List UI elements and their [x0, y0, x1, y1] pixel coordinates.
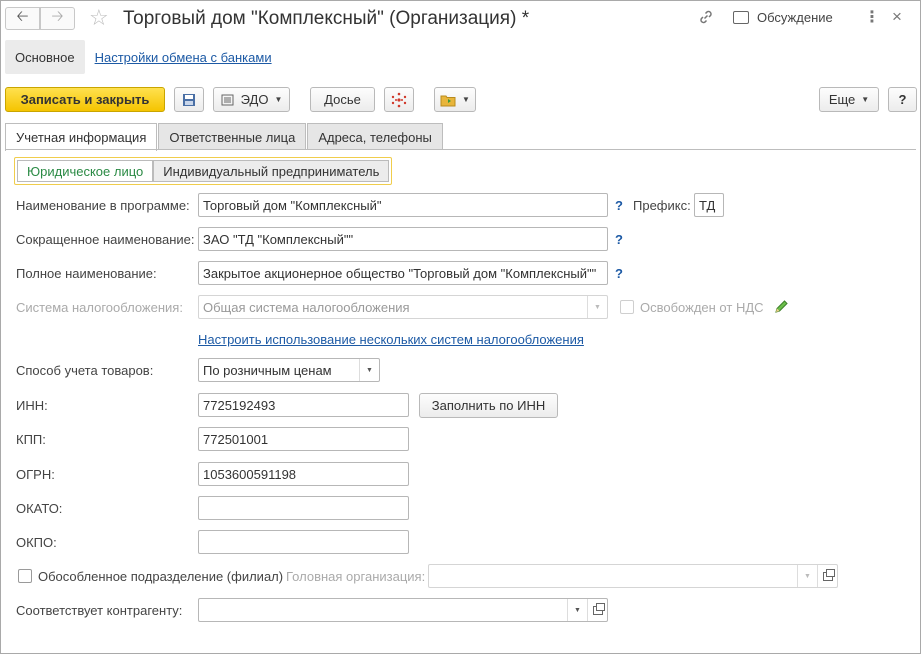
branch-checkbox[interactable]	[18, 569, 32, 583]
kpp-input[interactable]: 772501001	[198, 427, 409, 451]
structure-icon	[391, 92, 407, 107]
folder-menu-button[interactable]: ▼	[434, 87, 476, 112]
back-button[interactable]: 🡠	[5, 7, 40, 30]
branch-label: Обособленное подразделение (филиал)	[38, 569, 284, 584]
entity-type-individual[interactable]: Индивидуальный предприниматель	[153, 160, 390, 182]
structure-button[interactable]	[384, 87, 414, 112]
open-icon[interactable]	[587, 599, 607, 621]
kpp-value: 772501001	[203, 431, 269, 447]
head-org-select[interactable]: ▼	[428, 564, 838, 588]
tax-system-select[interactable]: Общая система налогообложения ▼	[198, 295, 608, 319]
full-name-help[interactable]: ?	[615, 266, 623, 281]
section-bank-settings-link[interactable]: Настройки обмена с банками	[95, 50, 272, 65]
chevron-down-icon: ▼	[462, 95, 470, 104]
tab-bar: Учетная информация Ответственные лица Ад…	[5, 123, 444, 151]
tax-systems-link[interactable]: Настроить использование нескольких систе…	[198, 332, 584, 347]
inn-label: ИНН:	[16, 398, 48, 413]
short-name-help[interactable]: ?	[615, 232, 623, 247]
accounting-method-select[interactable]: По розничным ценам ▼	[198, 358, 380, 382]
okato-input[interactable]	[198, 496, 409, 520]
short-name-value: ЗАО "ТД "Комплексный""	[203, 231, 354, 247]
chevron-down-icon: ▼	[359, 359, 379, 381]
entity-type-legal[interactable]: Юридическое лицо	[17, 160, 154, 182]
save-button[interactable]	[174, 87, 204, 112]
chevron-down-icon: ▼	[567, 599, 587, 621]
name-input[interactable]: Торговый дом "Комплексный"	[198, 193, 608, 217]
pencil-icon[interactable]	[774, 299, 789, 317]
tax-system-label: Система налогообложения:	[16, 300, 183, 315]
document-exchange-icon	[221, 94, 234, 105]
name-value: Торговый дом "Комплексный"	[203, 197, 382, 213]
floppy-icon	[183, 93, 195, 106]
title-bar: 🡠 🡢 ☆ Торговый дом "Комплексный" (Органи…	[1, 1, 920, 37]
tab-accounting-info[interactable]: Учетная информация	[5, 123, 158, 151]
kpp-label: КПП:	[16, 432, 46, 447]
name-label: Наименование в программе:	[16, 198, 190, 213]
more-label: Еще	[828, 92, 856, 107]
ogrn-value: 1053600591198	[203, 466, 297, 482]
tax-system-value: Общая система налогообложения	[203, 299, 410, 315]
fill-by-inn-button[interactable]: Заполнить по ИНН	[419, 393, 558, 418]
section-nav: Основное Настройки обмена с банками	[5, 40, 272, 74]
arrow-right-icon: 🡢	[51, 8, 64, 25]
vat-exempt-checkbox[interactable]	[620, 300, 634, 314]
edo-button[interactable]: ЭДО ▼	[213, 87, 290, 112]
inn-input[interactable]: 7725192493	[198, 393, 409, 417]
accounting-method-label: Способ учета товаров:	[16, 363, 154, 378]
counterparty-select[interactable]: ▼	[198, 598, 608, 622]
discussion-button[interactable]: Обсуждение	[733, 10, 833, 25]
full-name-value: Закрытое акционерное общество "Торговый …	[203, 265, 597, 281]
chevron-down-icon: ▼	[587, 296, 607, 318]
chevron-down-icon: ▼	[861, 95, 870, 104]
ogrn-input[interactable]: 1053600591198	[198, 462, 409, 486]
arrow-left-icon: 🡠	[16, 8, 29, 25]
prefix-value: ТД	[699, 197, 716, 213]
save-close-button[interactable]: Записать и закрыть	[5, 87, 165, 112]
ogrn-label: ОГРН:	[16, 467, 55, 482]
okpo-label: ОКПО:	[16, 535, 57, 550]
prefix-input[interactable]: ТД	[694, 193, 724, 217]
name-help[interactable]: ?	[615, 198, 623, 213]
okato-label: ОКАТО:	[16, 501, 63, 516]
chevron-down-icon: ▼	[797, 565, 817, 587]
chevron-down-icon: ▼	[274, 95, 283, 104]
tab-addresses-phones[interactable]: Адреса, телефоны	[307, 123, 443, 150]
close-icon[interactable]: ×	[892, 7, 902, 27]
vat-exempt-label: Освобожден от НДС	[640, 300, 764, 315]
kebab-icon[interactable]: ⋮	[864, 7, 880, 27]
okpo-input[interactable]	[198, 530, 409, 554]
entity-type-switch: Юридическое лицо Индивидуальный предприн…	[14, 157, 393, 185]
counterparty-label: Соответствует контрагенту:	[16, 603, 183, 618]
edo-label: ЭДО	[240, 92, 269, 107]
link-icon[interactable]	[698, 9, 714, 30]
folder-icon	[440, 95, 456, 106]
star-icon[interactable]: ☆	[89, 5, 109, 31]
short-name-input[interactable]: ЗАО "ТД "Комплексный""	[198, 227, 608, 251]
chat-icon	[733, 11, 749, 24]
accounting-method-value: По розничным ценам	[203, 362, 332, 378]
short-name-label: Сокращенное наименование:	[16, 232, 195, 247]
prefix-label: Префикс:	[633, 198, 691, 213]
forward-button[interactable]: 🡢	[40, 7, 75, 30]
full-name-input[interactable]: Закрытое акционерное общество "Торговый …	[198, 261, 608, 285]
dossier-button[interactable]: Досье	[310, 87, 375, 112]
open-icon[interactable]	[817, 565, 837, 587]
help-button[interactable]: ?	[888, 87, 917, 112]
head-org-label: Головная организация:	[286, 569, 426, 584]
section-main[interactable]: Основное	[5, 40, 85, 74]
more-button[interactable]: Еще ▼	[819, 87, 879, 112]
tab-responsible-persons[interactable]: Ответственные лица	[158, 123, 307, 150]
inn-value: 7725192493	[203, 397, 276, 413]
form-window: 🡠 🡢 ☆ Торговый дом "Комплексный" (Органи…	[0, 0, 921, 654]
full-name-label: Полное наименование:	[16, 266, 157, 281]
window-title: Торговый дом "Комплексный" (Организация)…	[123, 8, 530, 29]
discussion-label: Обсуждение	[757, 10, 833, 25]
tab-divider	[5, 149, 916, 150]
